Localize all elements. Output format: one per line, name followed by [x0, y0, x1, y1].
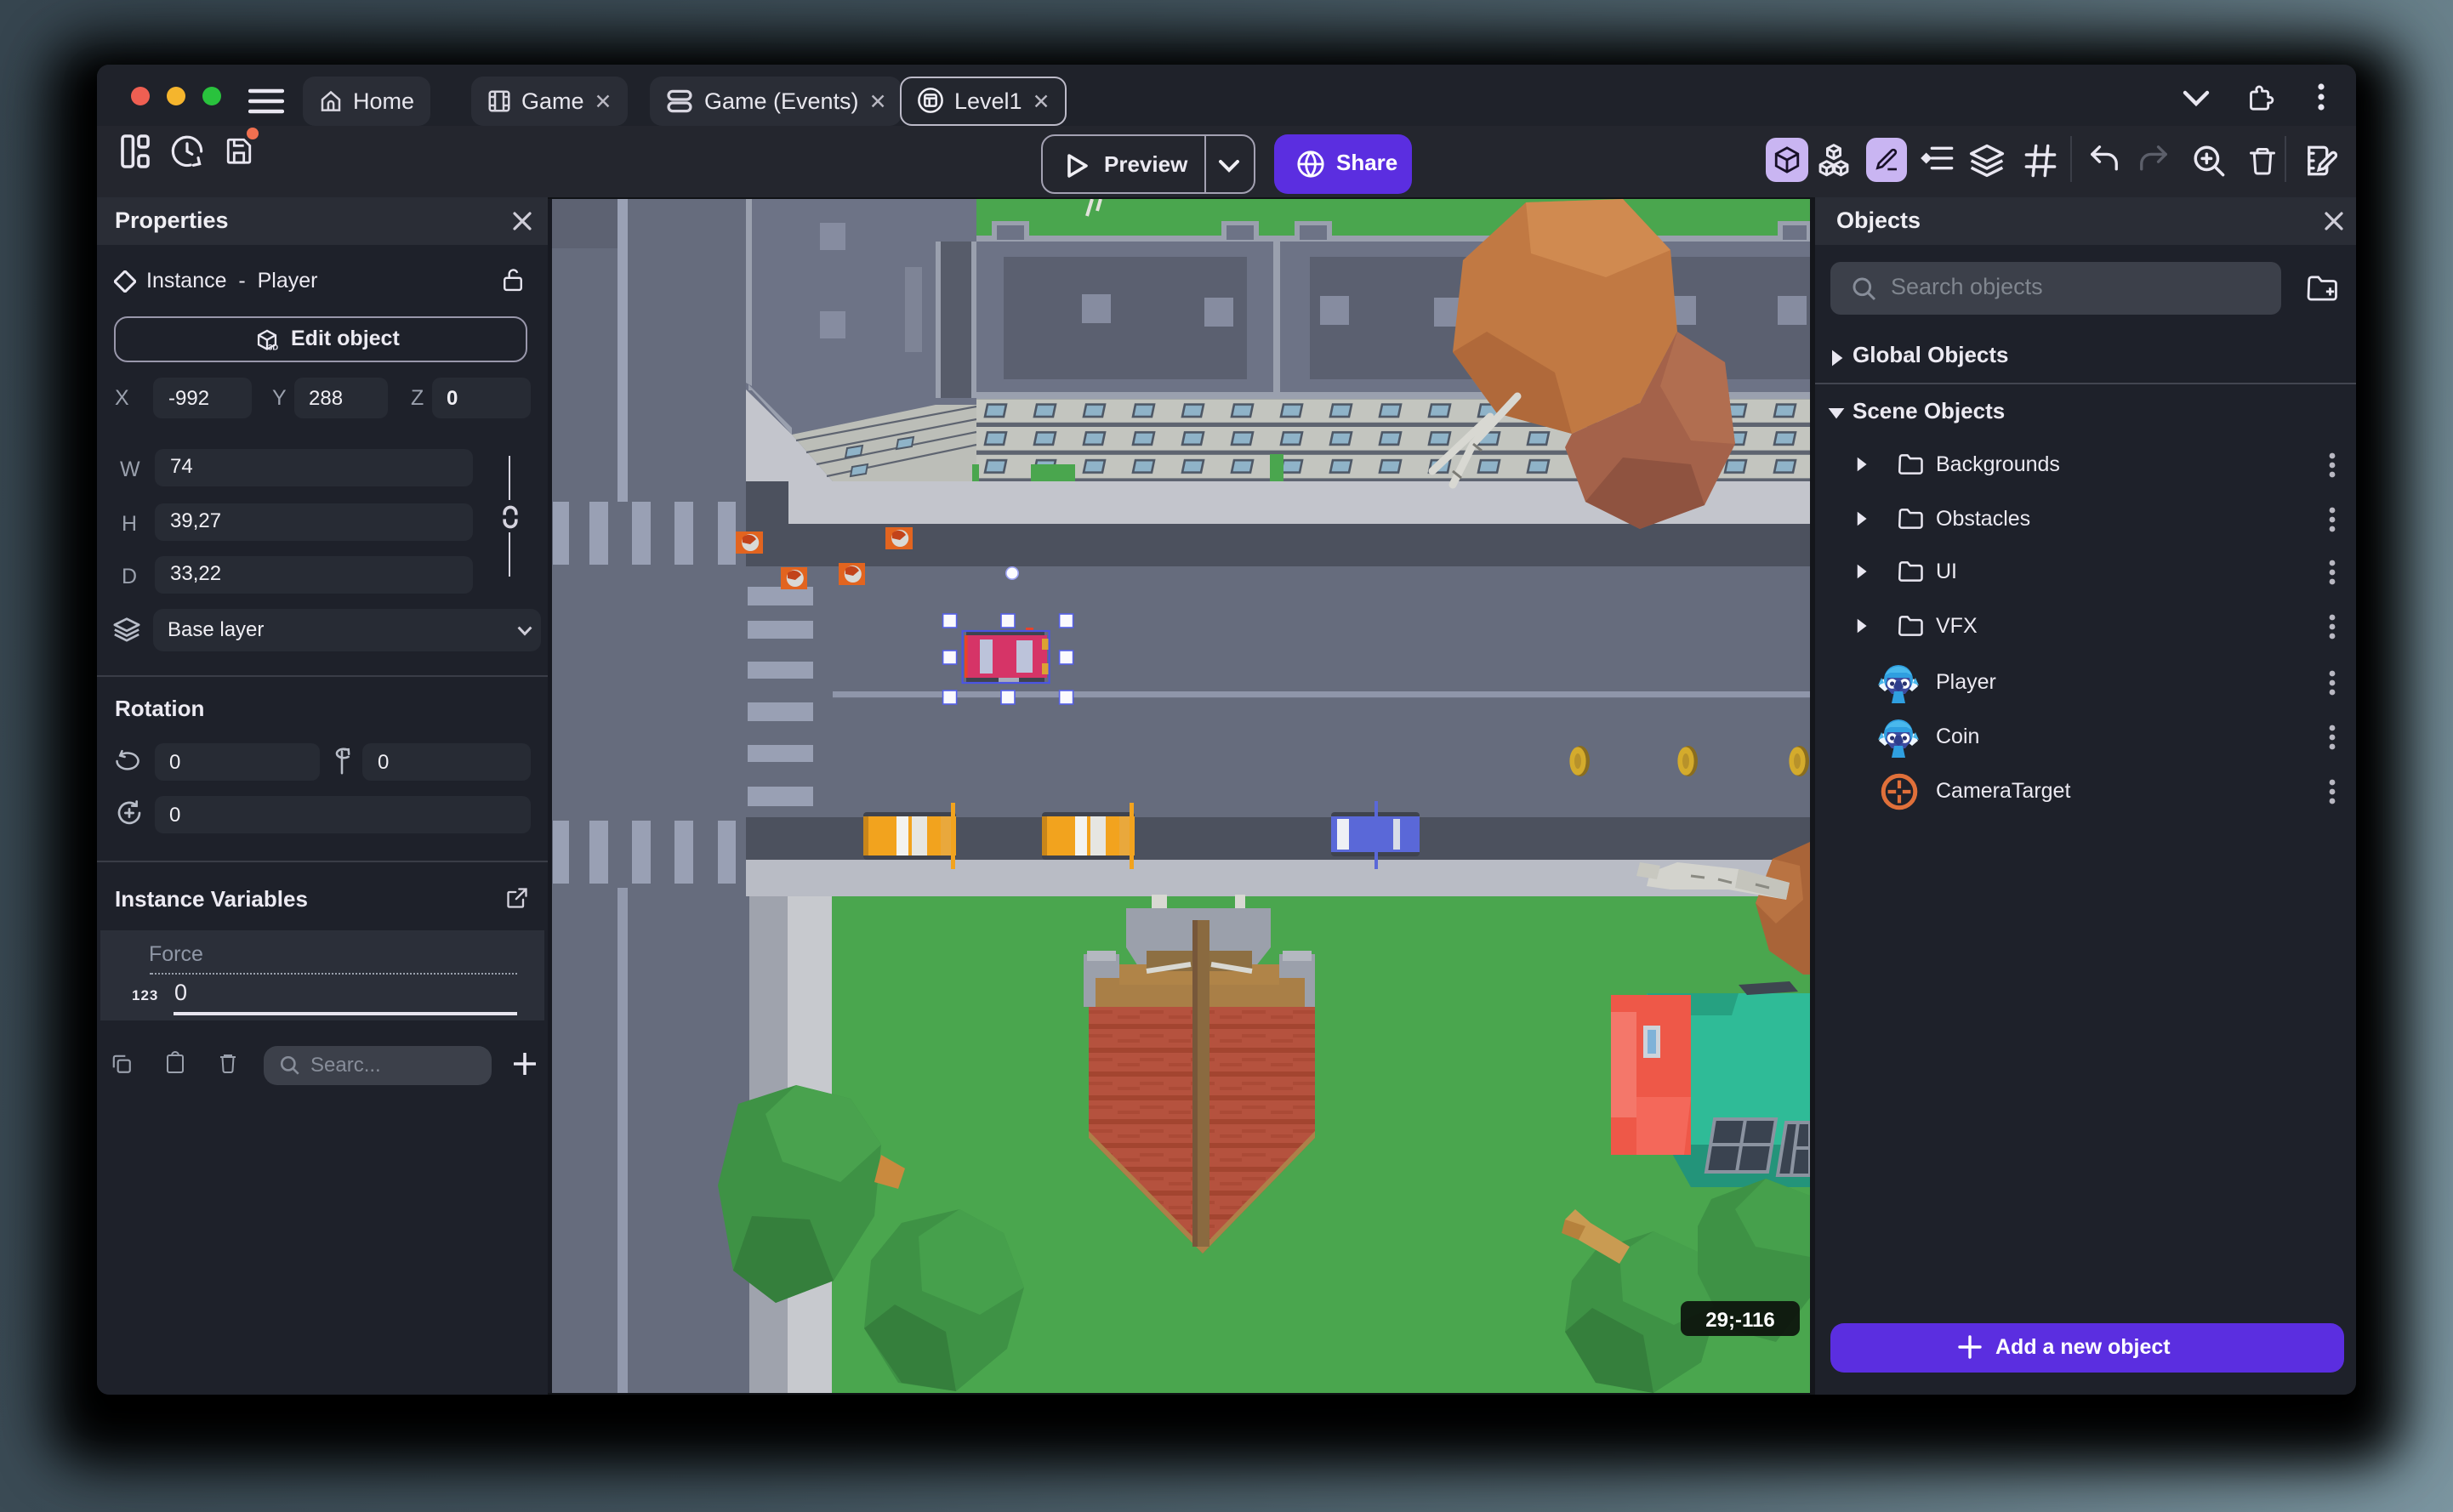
svg-text:29;-116: 29;-116	[1705, 1308, 1773, 1331]
svg-text:3D: 3D	[268, 343, 278, 351]
